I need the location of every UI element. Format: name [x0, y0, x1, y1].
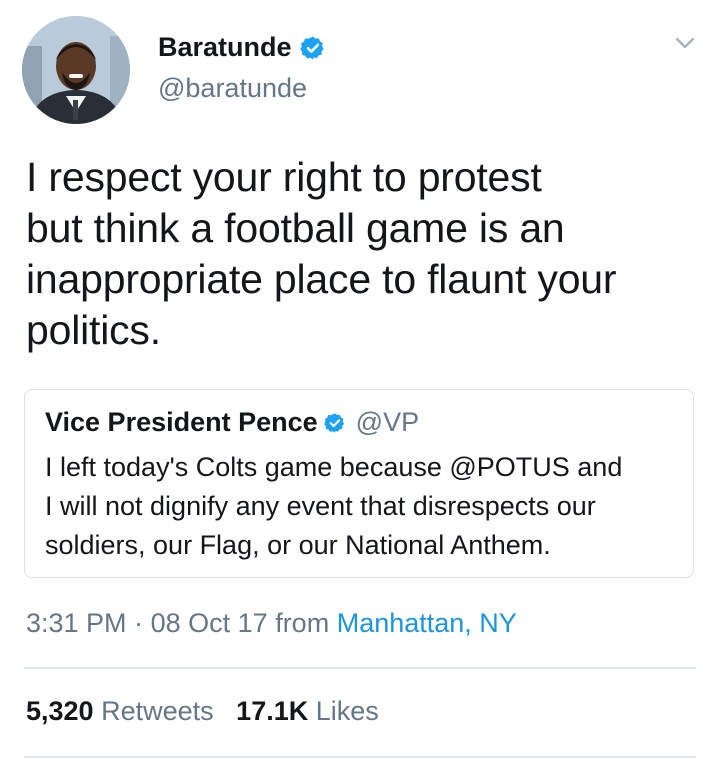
- retweets-stat[interactable]: 5,320 Retweets: [26, 696, 214, 726]
- tweet-meta: 3:31 PM · 08 Oct 17 from Manhattan, NY: [26, 608, 517, 639]
- tweet-text-line: politics.: [26, 307, 161, 353]
- quoted-author-handle: @VP: [355, 407, 420, 437]
- quoted-tweet-text: I left today's Colts game because @POTUS…: [45, 448, 685, 565]
- quoted-text-line: I left today's Colts game because @POTUS…: [45, 452, 623, 482]
- avatar[interactable]: [22, 16, 130, 124]
- tweet-location-link[interactable]: Manhattan, NY: [337, 608, 517, 638]
- tweet-text-line: but think a football game is an: [26, 205, 565, 251]
- retweets-label: Retweets: [101, 696, 214, 726]
- quoted-tweet-header: Vice President Pence @VP: [45, 407, 419, 438]
- author-display-name[interactable]: Baratunde: [158, 32, 292, 63]
- author-handle[interactable]: @baratunde: [158, 73, 307, 104]
- from-label: from: [275, 608, 330, 638]
- tweet-text: I respect your right to protest but thin…: [26, 152, 696, 356]
- tweet-text-line: inappropriate place to flaunt your: [26, 256, 617, 302]
- divider: [24, 756, 696, 758]
- likes-count: 17.1K: [236, 696, 309, 726]
- quoted-author-name: Vice President Pence: [45, 407, 318, 437]
- verified-badge-icon: [299, 36, 324, 59]
- quoted-tweet-card[interactable]: Vice President Pence @VP I left today's …: [24, 389, 694, 578]
- retweets-count: 5,320: [26, 696, 94, 726]
- tweet-text-line: I respect your right to protest: [26, 154, 542, 200]
- likes-label: Likes: [315, 696, 379, 726]
- author-name-row[interactable]: Baratunde: [158, 32, 326, 63]
- quoted-text-line: I will not dignify any event that disres…: [45, 491, 596, 521]
- verified-badge-icon: [323, 412, 344, 433]
- meta-separator: ·: [134, 608, 144, 638]
- likes-stat[interactable]: 17.1K Likes: [236, 696, 379, 726]
- tweet-stats: 5,320 Retweets 17.1K Likes: [26, 696, 379, 727]
- divider: [24, 667, 696, 669]
- quoted-text-line: soldiers, our Flag, or our National Anth…: [45, 530, 551, 560]
- tweet-time[interactable]: 3:31 PM: [26, 608, 127, 638]
- chevron-down-icon[interactable]: [674, 32, 696, 54]
- avatar-image: [22, 16, 130, 124]
- tweet-date[interactable]: 08 Oct 17: [151, 608, 268, 638]
